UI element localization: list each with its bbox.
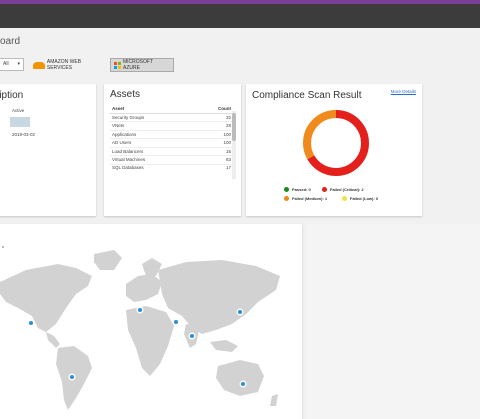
asset-name: Applications xyxy=(112,131,137,137)
subscription-title: ription xyxy=(0,90,24,101)
compliance-card: Compliance Scan Result More Details Pass… xyxy=(246,84,422,216)
region-marker[interactable] xyxy=(188,332,196,340)
page-title: oard xyxy=(0,36,21,47)
legend-label: Failed (Critical): 2 xyxy=(330,187,364,192)
asset-count: 16 xyxy=(225,148,231,154)
asset-count: 28 xyxy=(225,123,231,129)
legend-item-passed: Passed: 0 xyxy=(284,187,311,192)
table-row[interactable]: AD Users 100 xyxy=(110,139,232,148)
legend-dot xyxy=(342,196,347,201)
provider-aws-button[interactable]: AMAZON WEB SERVICES xyxy=(30,58,110,72)
assets-card: Assets Asset Count Security Groups 32 VNe… xyxy=(104,84,241,216)
more-details-link[interactable]: More Details xyxy=(391,89,416,94)
table-row[interactable]: SQL Databases 17 xyxy=(110,165,232,170)
asset-name: SQL Databases xyxy=(112,164,144,170)
column-header: Asset xyxy=(112,106,125,112)
chevron-down-icon: ▾ xyxy=(17,61,20,67)
subscription-date: 2019-03-02 xyxy=(12,132,36,137)
region-marker[interactable] xyxy=(136,306,144,314)
region-marker[interactable] xyxy=(236,308,244,316)
assets-table: Asset Count Security Groups 32 VNets 28 Ap… xyxy=(110,105,232,170)
region-marker[interactable] xyxy=(27,319,35,327)
provider-label: MICROSOFT AZURE xyxy=(123,59,153,71)
top-navigation-bar xyxy=(0,4,480,28)
asset-name: Load Balancers xyxy=(112,148,144,154)
compliance-donut-chart xyxy=(303,110,369,176)
legend-dot xyxy=(284,196,289,201)
legend-item-medium: Failed (Medium): 1 xyxy=(284,196,327,201)
assets-title: Assets xyxy=(110,89,141,100)
asset-count: 17 xyxy=(225,164,231,170)
table-row[interactable]: Load Balancers 16 xyxy=(110,148,232,156)
table-scrollbar[interactable] xyxy=(232,111,236,179)
scrollbar-thumb[interactable] xyxy=(232,113,236,141)
world-map xyxy=(0,250,280,410)
provider-azure-button[interactable]: MICROSOFT AZURE xyxy=(110,58,174,72)
asset-count: 100 xyxy=(223,131,231,137)
asset-name: Virtual Machines xyxy=(112,157,146,163)
table-header: Asset Count xyxy=(110,105,232,114)
map-landmass xyxy=(0,250,280,410)
asset-name: AD Users xyxy=(112,140,132,146)
table-row[interactable]: Security Groups 32 xyxy=(110,114,232,122)
legend-item-low: Failed (Low): 0 xyxy=(342,196,378,201)
asset-name: VNets xyxy=(112,123,125,129)
asset-count: 100 xyxy=(223,140,231,146)
legend-label: Failed (Medium): 1 xyxy=(292,196,328,201)
compliance-title: Compliance Scan Result xyxy=(252,90,362,101)
legend-dot xyxy=(322,187,327,192)
subscription-status: Active xyxy=(12,108,25,113)
region-marker[interactable] xyxy=(68,373,76,381)
cloud-filter-select[interactable]: All ▾ xyxy=(0,58,24,71)
asset-count: 83 xyxy=(225,157,231,163)
subscription-card: ription Active 2019-03-02 xyxy=(0,84,96,216)
provider-label: AMAZON WEB SERVICES xyxy=(46,59,82,71)
legend-item-critical: Failed (Critical): 2 xyxy=(322,187,364,192)
legend-label: Passed: 0 xyxy=(292,187,311,192)
table-row[interactable]: VNets 28 xyxy=(110,122,232,131)
asset-count: 32 xyxy=(225,114,231,120)
microsoft-logo-icon xyxy=(114,61,121,69)
asset-name: Security Groups xyxy=(112,114,145,120)
column-header: Count xyxy=(218,106,231,112)
aws-cloud-icon xyxy=(33,61,45,69)
region-marker[interactable] xyxy=(239,380,247,388)
filter-value: All xyxy=(3,61,9,67)
region-marker[interactable] xyxy=(172,318,180,326)
empty-panel xyxy=(306,224,480,419)
redacted-value xyxy=(10,117,30,127)
legend-label: Failed (Low): 0 xyxy=(350,196,378,201)
legend-dot xyxy=(284,187,289,192)
table-row[interactable]: Applications 100 xyxy=(110,131,232,139)
table-row[interactable]: Virtual Machines 83 xyxy=(110,156,232,165)
world-map-card: s xyxy=(0,224,302,419)
